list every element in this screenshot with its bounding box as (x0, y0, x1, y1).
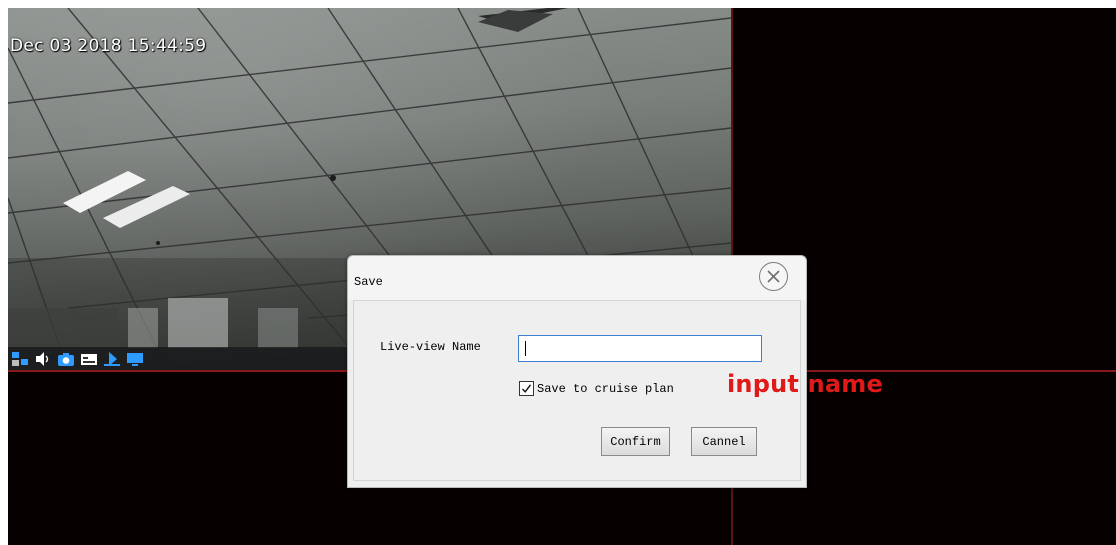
save-to-cruise-plan-checkbox[interactable]: Save to cruise plan (519, 381, 674, 396)
split-screen-icon[interactable] (10, 350, 30, 368)
record-icon[interactable] (79, 350, 99, 368)
text-caret (525, 341, 526, 356)
fullscreen-icon[interactable] (125, 350, 145, 368)
ptz-icon[interactable] (102, 350, 122, 368)
check-icon (521, 384, 532, 393)
close-icon (767, 270, 780, 283)
snapshot-icon[interactable] (56, 350, 76, 368)
confirm-button[interactable]: Confirm (601, 427, 670, 456)
audio-icon[interactable] (33, 350, 53, 368)
cancel-button[interactable]: Cannel (691, 427, 757, 456)
checkbox-box[interactable] (519, 381, 534, 396)
live-view-name-input[interactable] (518, 335, 762, 362)
dialog-header: Save (348, 256, 806, 300)
checkbox-label: Save to cruise plan (537, 381, 674, 396)
dialog-title: Save (354, 275, 383, 289)
osd-timestamp: Dec 03 2018 15:44:59 (10, 36, 207, 56)
live-view-name-label: Live-view Name (380, 340, 481, 354)
close-button[interactable] (759, 262, 788, 291)
annotation-input-name: input name (727, 370, 883, 398)
